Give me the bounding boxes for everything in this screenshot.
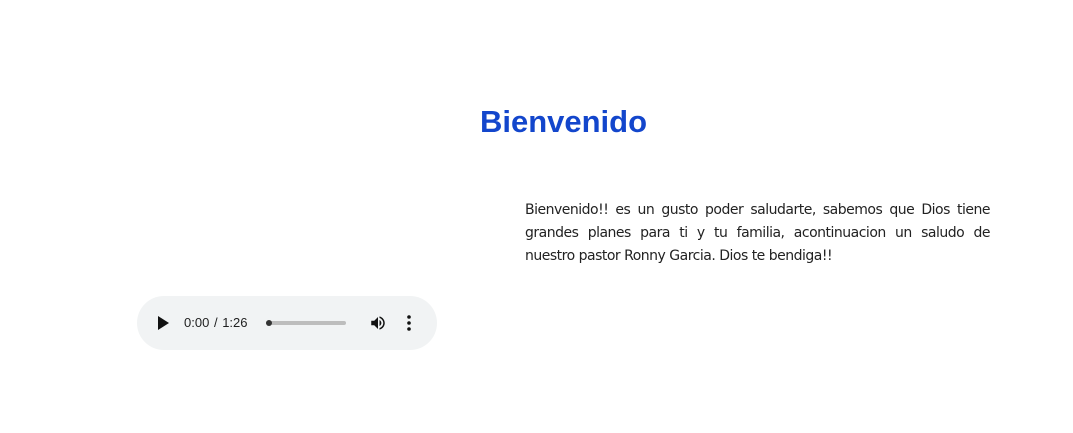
more-vertical-icon — [407, 315, 411, 331]
time-display: 0:00 / 1:26 — [184, 314, 248, 332]
volume-icon — [371, 316, 385, 330]
duration: 1:26 — [222, 315, 248, 330]
volume-button[interactable] — [368, 313, 388, 333]
play-button[interactable] — [153, 313, 173, 333]
page-title: Bienvenido — [479, 104, 648, 139]
more-options-button[interactable] — [399, 313, 419, 333]
seek-thumb[interactable] — [266, 320, 272, 326]
welcome-message: Bienvenido!! es un gusto poder saludarte… — [525, 202, 991, 264]
time-separator: / — [213, 315, 218, 330]
audio-player: 0:00 / 1:26 — [137, 296, 437, 350]
current-time: 0:00 — [184, 315, 210, 330]
seek-slider[interactable] — [266, 320, 346, 326]
play-icon — [158, 316, 169, 330]
